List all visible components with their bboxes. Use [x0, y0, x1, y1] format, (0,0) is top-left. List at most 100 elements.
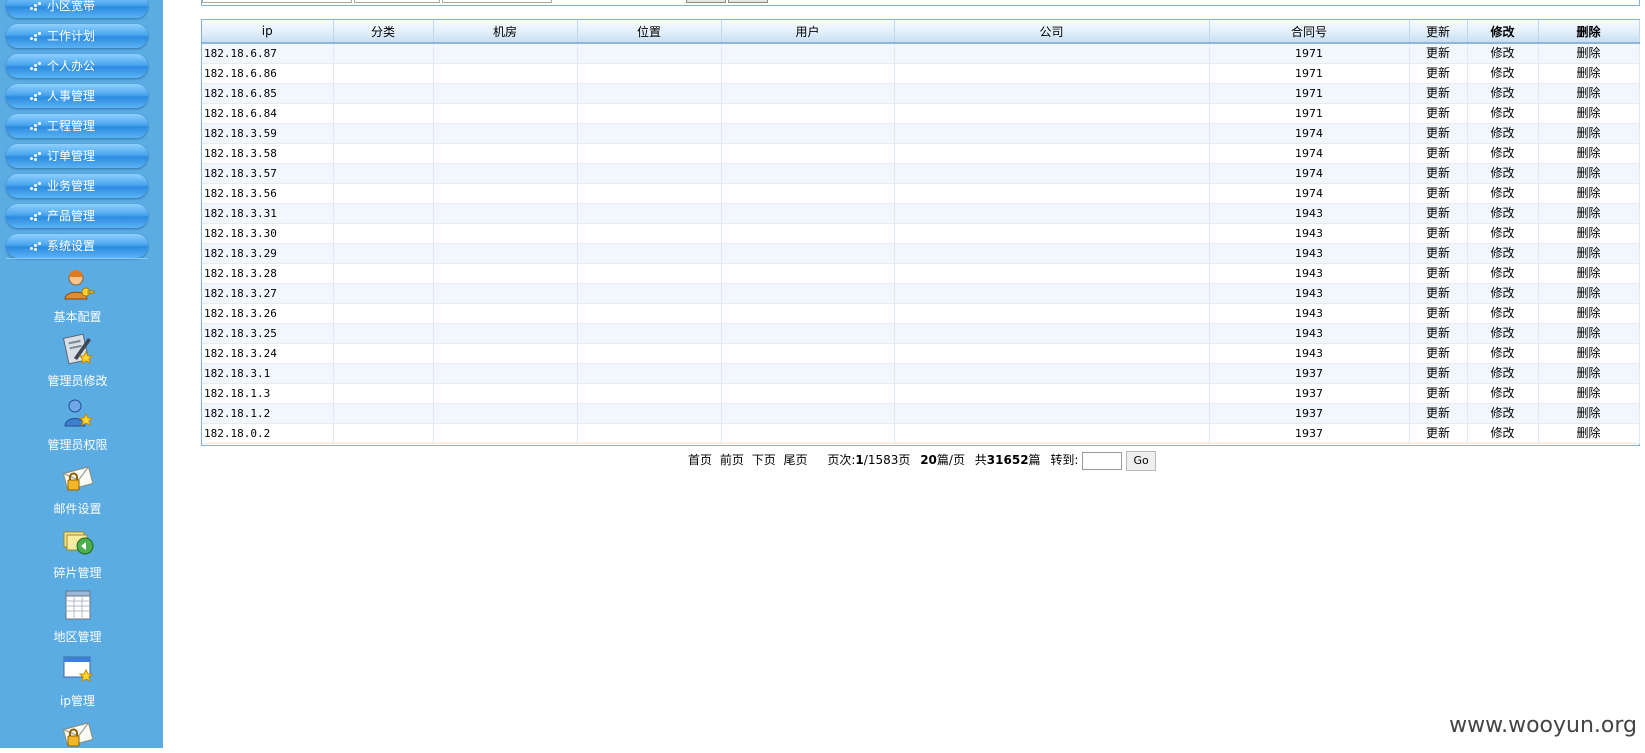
refresh-link[interactable]: 更新: [1409, 283, 1468, 304]
go-button[interactable]: Go: [1126, 450, 1156, 471]
refresh-link[interactable]: 更新: [1409, 83, 1468, 104]
cell-company: [894, 103, 1210, 124]
refresh-link[interactable]: 更新: [1409, 343, 1468, 364]
edit-link[interactable]: 修改: [1467, 163, 1539, 184]
delete-link[interactable]: 删除: [1538, 323, 1640, 344]
edit-link[interactable]: 修改: [1467, 143, 1539, 164]
delete-link[interactable]: 删除: [1538, 423, 1640, 444]
edit-link[interactable]: 修改: [1467, 43, 1539, 64]
edit-link[interactable]: 修改: [1467, 343, 1539, 364]
delete-link[interactable]: 删除: [1538, 143, 1640, 164]
edit-link[interactable]: 修改: [1467, 83, 1539, 104]
delete-link[interactable]: 删除: [1538, 83, 1640, 104]
refresh-link[interactable]: 更新: [1409, 223, 1468, 244]
delete-link[interactable]: 删除: [1538, 63, 1640, 84]
edit-link[interactable]: 修改: [1467, 283, 1539, 304]
menu-work-plan[interactable]: 工作计划: [6, 24, 148, 48]
edit-link[interactable]: 修改: [1467, 383, 1539, 404]
edit-link[interactable]: 修改: [1467, 323, 1539, 344]
delete-link[interactable]: 删除: [1538, 223, 1640, 244]
menu-hr[interactable]: 人事管理: [6, 84, 148, 108]
tool-item[interactable]: 邮件设置: [0, 460, 155, 517]
menu-orders[interactable]: 订单管理: [6, 144, 148, 168]
edit-link[interactable]: 修改: [1467, 203, 1539, 224]
delete-link[interactable]: 删除: [1538, 43, 1640, 64]
edit-link[interactable]: 修改: [1467, 223, 1539, 244]
next-page-link[interactable]: 下页: [752, 449, 776, 471]
edit-link[interactable]: 修改: [1467, 63, 1539, 84]
cell-user: [721, 63, 895, 84]
delete-link[interactable]: 删除: [1538, 383, 1640, 404]
filter-field-1[interactable]: [202, 0, 352, 3]
cell-server-room: [433, 283, 578, 304]
filter-field-3[interactable]: [442, 0, 552, 3]
menu-engineering[interactable]: 工程管理: [6, 114, 148, 138]
edit-link[interactable]: 修改: [1467, 363, 1539, 384]
edit-link[interactable]: 修改: [1467, 303, 1539, 324]
delete-link[interactable]: 删除: [1538, 123, 1640, 144]
menu-business[interactable]: 业务管理: [6, 174, 148, 198]
col-contract[interactable]: 合同号: [1209, 20, 1410, 44]
edit-link[interactable]: 修改: [1467, 183, 1539, 204]
delete-link[interactable]: 删除: [1538, 203, 1640, 224]
refresh-link[interactable]: 更新: [1409, 103, 1468, 124]
delete-link[interactable]: 删除: [1538, 303, 1640, 324]
prev-page-link[interactable]: 前页: [720, 449, 744, 471]
filter-field-2[interactable]: [354, 0, 440, 3]
tool-item[interactable]: 管理员修改: [0, 332, 155, 389]
refresh-link[interactable]: 更新: [1409, 263, 1468, 284]
delete-link[interactable]: 删除: [1538, 363, 1640, 384]
menu-products[interactable]: 产品管理: [6, 204, 148, 228]
refresh-link[interactable]: 更新: [1409, 403, 1468, 424]
menu-system-settings[interactable]: 系统设置: [6, 234, 148, 258]
edit-link[interactable]: 修改: [1467, 123, 1539, 144]
refresh-link[interactable]: 更新: [1409, 123, 1468, 144]
delete-link[interactable]: 删除: [1538, 283, 1640, 304]
tool-item[interactable]: 碎片管理: [0, 524, 155, 581]
col-company[interactable]: 公司: [894, 20, 1210, 44]
table-row: 182.18.1.3 1937 更新 修改 删除: [202, 383, 1640, 404]
edit-link[interactable]: 修改: [1467, 403, 1539, 424]
col-category[interactable]: 分类: [333, 20, 434, 44]
delete-link[interactable]: 删除: [1538, 403, 1640, 424]
tool-item[interactable]: 地区管理: [0, 588, 155, 645]
refresh-link[interactable]: 更新: [1409, 203, 1468, 224]
tool-item[interactable]: 管理员权限: [0, 396, 155, 453]
filter-search-button[interactable]: [686, 0, 726, 3]
edit-link[interactable]: 修改: [1467, 423, 1539, 444]
delete-link[interactable]: 删除: [1538, 343, 1640, 364]
edit-link[interactable]: 修改: [1467, 243, 1539, 264]
col-user[interactable]: 用户: [721, 20, 895, 44]
filter-reset-button[interactable]: [728, 0, 768, 3]
goto-page-input[interactable]: [1082, 451, 1123, 470]
col-location[interactable]: 位置: [577, 20, 722, 44]
edit-link[interactable]: 修改: [1467, 263, 1539, 284]
delete-link[interactable]: 删除: [1538, 183, 1640, 204]
delete-link[interactable]: 删除: [1538, 263, 1640, 284]
refresh-link[interactable]: 更新: [1409, 363, 1468, 384]
col-ip[interactable]: ip: [202, 20, 334, 44]
refresh-link[interactable]: 更新: [1409, 63, 1468, 84]
first-page-link[interactable]: 首页: [688, 449, 712, 471]
refresh-link[interactable]: 更新: [1409, 143, 1468, 164]
last-page-link[interactable]: 尾页: [784, 449, 808, 471]
refresh-link[interactable]: 更新: [1409, 163, 1468, 184]
edit-link[interactable]: 修改: [1467, 103, 1539, 124]
refresh-link[interactable]: 更新: [1409, 323, 1468, 344]
refresh-link[interactable]: 更新: [1409, 383, 1468, 404]
delete-link[interactable]: 删除: [1538, 163, 1640, 184]
refresh-link[interactable]: 更新: [1409, 423, 1468, 444]
col-server-room[interactable]: 机房: [433, 20, 578, 44]
delete-link[interactable]: 删除: [1538, 103, 1640, 124]
user-star-icon: [61, 396, 95, 430]
tool-item[interactable]: 基本配置: [0, 268, 155, 325]
menu-personal-office[interactable]: 个人办公: [6, 54, 148, 78]
delete-link[interactable]: 删除: [1538, 243, 1640, 264]
menu-broadband[interactable]: 小区宽带: [6, 0, 148, 18]
refresh-link[interactable]: 更新: [1409, 43, 1468, 64]
refresh-link[interactable]: 更新: [1409, 183, 1468, 204]
refresh-link[interactable]: 更新: [1409, 243, 1468, 264]
refresh-link[interactable]: 更新: [1409, 303, 1468, 324]
tool-item[interactable]: ip管理: [0, 652, 155, 709]
tool-item-partial[interactable]: [0, 716, 155, 750]
